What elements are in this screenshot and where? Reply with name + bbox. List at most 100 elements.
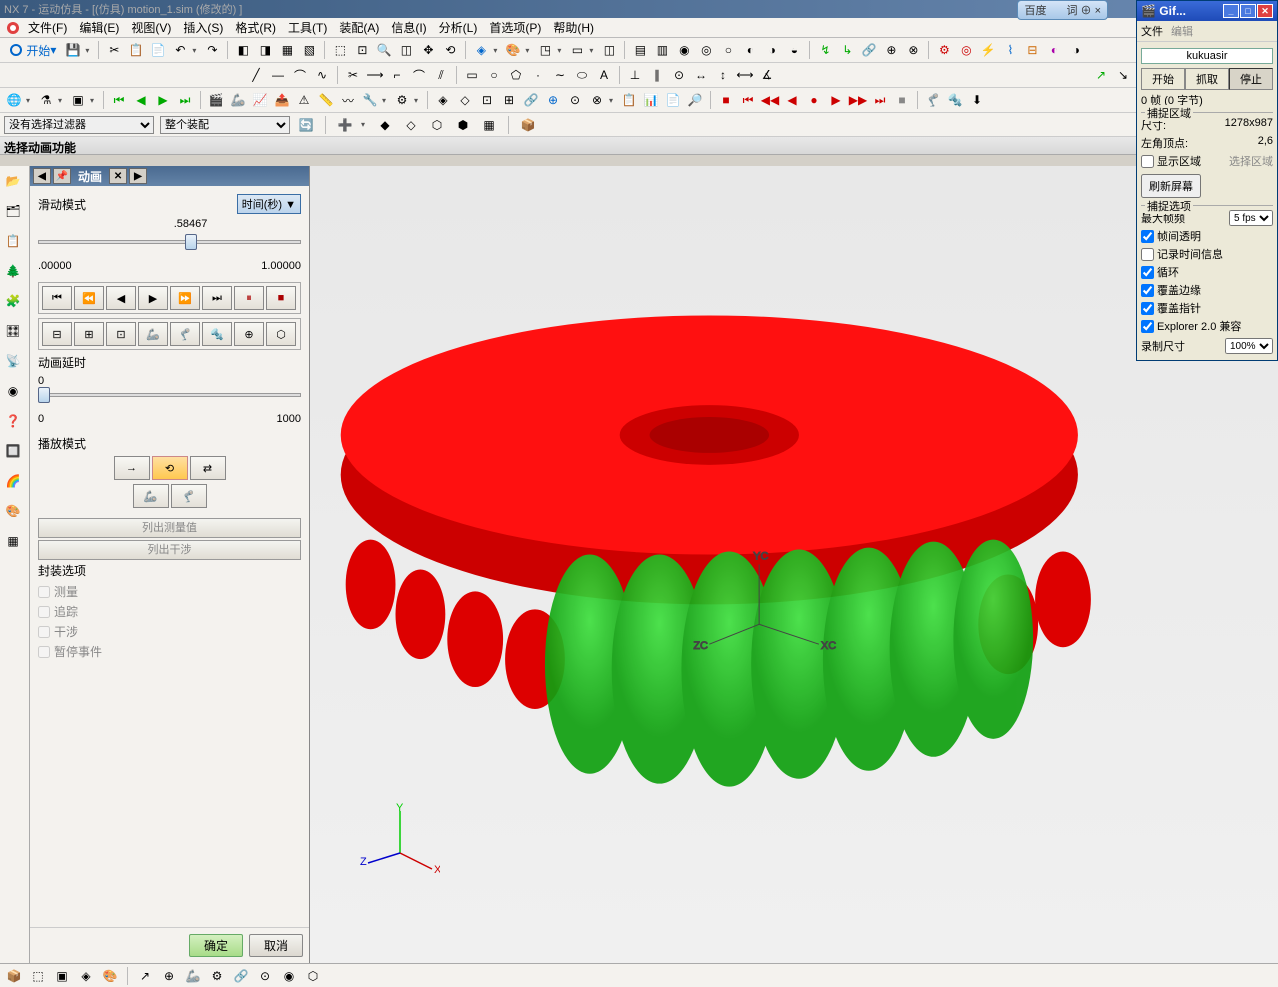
text-icon[interactable]: A bbox=[594, 65, 614, 85]
damper-icon[interactable]: ⊟ bbox=[1022, 40, 1042, 60]
env-icon[interactable]: 🔧 bbox=[360, 90, 380, 110]
nav-icon[interactable]: 📡 bbox=[2, 350, 24, 372]
gear-icon[interactable]: ⚙ bbox=[934, 40, 954, 60]
constr-icon[interactable]: ↔ bbox=[691, 65, 711, 85]
gif-chk-trans[interactable]: 帧间透明 bbox=[1141, 228, 1273, 244]
rec-icon[interactable]: ● bbox=[804, 90, 824, 110]
ellipse-icon[interactable]: ⬭ bbox=[572, 65, 592, 85]
gif-chk-explorer[interactable]: Explorer 2.0 兼容 bbox=[1141, 318, 1273, 334]
settings-icon[interactable]: ⚙ bbox=[392, 90, 412, 110]
panel-close[interactable]: ✕ bbox=[109, 168, 127, 184]
body-icon[interactable]: ◇ bbox=[401, 115, 421, 135]
layer-icon[interactable]: ▥ bbox=[652, 40, 672, 60]
view-icon[interactable]: ▭ bbox=[567, 40, 587, 60]
last-button[interactable]: ⏭ bbox=[202, 286, 232, 310]
report-icon[interactable]: 📋 bbox=[619, 90, 639, 110]
filter-select-1[interactable]: 没有选择过滤器 bbox=[4, 116, 154, 134]
gif-grab-button[interactable]: 抓取 bbox=[1185, 68, 1229, 90]
gif-fps-select[interactable]: 5 fps bbox=[1229, 210, 1273, 226]
gif-show-area[interactable]: 显示区域 选择区域 bbox=[1141, 153, 1273, 169]
menu-file[interactable]: 文件(F) bbox=[22, 17, 73, 38]
save-icon[interactable]: 💾 bbox=[63, 40, 83, 60]
body-icon[interactable]: ⬡ bbox=[427, 115, 447, 135]
report-icon[interactable]: 📄 bbox=[663, 90, 683, 110]
nav-icon[interactable]: ◉ bbox=[2, 380, 24, 402]
export-icon[interactable]: 📤 bbox=[272, 90, 292, 110]
ok-button[interactable]: 确定 bbox=[189, 934, 243, 957]
gif-chk-ptr[interactable]: 覆盖指针 bbox=[1141, 300, 1273, 316]
axis-icon[interactable]: ↘ bbox=[1113, 65, 1133, 85]
coupler-icon[interactable]: ⊗ bbox=[587, 90, 607, 110]
nav-icon[interactable]: 📋 bbox=[2, 230, 24, 252]
list-interf-button[interactable]: 列出干涉 bbox=[38, 540, 301, 560]
playmode-loop[interactable]: ⟲ bbox=[152, 456, 188, 480]
stop-icon[interactable]: ■ bbox=[716, 90, 736, 110]
zoom-window-icon[interactable]: ◫ bbox=[396, 40, 416, 60]
spring-icon[interactable]: ⌇ bbox=[1000, 40, 1020, 60]
rotate-icon[interactable]: ⟲ bbox=[440, 40, 460, 60]
gif-recsize-select[interactable]: 100% bbox=[1225, 338, 1273, 354]
play-next-icon[interactable]: ▶ bbox=[153, 90, 173, 110]
menu-prefs[interactable]: 首选项(P) bbox=[483, 17, 547, 38]
menu-info[interactable]: 信息(I) bbox=[385, 17, 432, 38]
wcs-icon[interactable]: ↳ bbox=[837, 40, 857, 60]
status-icon[interactable]: 🔗 bbox=[231, 966, 251, 986]
link-icon[interactable]: 🔗 bbox=[859, 40, 879, 60]
point-icon[interactable]: · bbox=[528, 65, 548, 85]
obj-icon[interactable]: ◑ bbox=[762, 40, 782, 60]
rect-icon[interactable]: ▭ bbox=[462, 65, 482, 85]
arc-icon[interactable]: ⌒ bbox=[290, 65, 310, 85]
dim-icon[interactable]: ∡ bbox=[757, 65, 777, 85]
nav-icon[interactable]: 📂 bbox=[2, 170, 24, 192]
tool-icon[interactable]: ◨ bbox=[255, 40, 275, 60]
first-button[interactable]: ⏮ bbox=[42, 286, 72, 310]
status-icon[interactable]: ◉ bbox=[279, 966, 299, 986]
artic-button[interactable]: 🦾 bbox=[133, 484, 169, 508]
extend-icon[interactable]: ⟶ bbox=[365, 65, 385, 85]
interf-icon[interactable]: ⚠ bbox=[294, 90, 314, 110]
env-icon[interactable]: 🌐 bbox=[4, 90, 24, 110]
gif-chk-loop[interactable]: 循环 bbox=[1141, 264, 1273, 280]
mode-button[interactable]: 🦾 bbox=[138, 322, 168, 346]
body-icon[interactable]: ▦ bbox=[479, 115, 499, 135]
search-floater[interactable]: 百度 词 ⊕ × bbox=[1017, 0, 1108, 20]
pause-button[interactable]: ⏸ bbox=[234, 286, 264, 310]
nav-icon[interactable]: 🎨 bbox=[2, 500, 24, 522]
export-icon[interactable]: ⬇ bbox=[967, 90, 987, 110]
artic-icon[interactable]: 🦿 bbox=[923, 90, 943, 110]
play-rev-button[interactable]: ◀ bbox=[106, 286, 136, 310]
axis-icon[interactable]: ↗ bbox=[1091, 65, 1111, 85]
prev-button[interactable]: ⏪ bbox=[74, 286, 104, 310]
status-icon[interactable]: ⊕ bbox=[159, 966, 179, 986]
link-icon[interactable]: 🔗 bbox=[521, 90, 541, 110]
nav-icon[interactable]: 🔲 bbox=[2, 440, 24, 462]
play-fwd-icon[interactable]: ▶ bbox=[826, 90, 846, 110]
body-icon[interactable]: ◆ bbox=[375, 115, 395, 135]
tool-icon[interactable]: ▦ bbox=[277, 40, 297, 60]
obj-icon[interactable]: ◐ bbox=[740, 40, 760, 60]
spline-icon[interactable]: ∼ bbox=[550, 65, 570, 85]
refresh-icon[interactable]: 🔄 bbox=[296, 115, 316, 135]
panel-pin[interactable]: 📌 bbox=[53, 168, 71, 184]
obj-icon[interactable]: ◉ bbox=[674, 40, 694, 60]
rew-first-icon[interactable]: ⏮ bbox=[738, 90, 758, 110]
status-icon[interactable]: ◈ bbox=[76, 966, 96, 986]
dim-icon[interactable]: ⟷ bbox=[735, 65, 755, 85]
nav-icon[interactable]: ❓ bbox=[2, 410, 24, 432]
cut-icon[interactable]: ✂ bbox=[104, 40, 124, 60]
redo-icon[interactable]: ↷ bbox=[202, 40, 222, 60]
mode-button[interactable]: ⊞ bbox=[74, 322, 104, 346]
chk-interf[interactable]: 干涉 bbox=[38, 623, 301, 640]
viewport-3d[interactable]: YC XC ZC Y X Z bbox=[310, 166, 1278, 963]
menu-tools[interactable]: 工具(T) bbox=[282, 17, 333, 38]
delay-slider[interactable] bbox=[38, 393, 301, 397]
status-icon[interactable]: ⊙ bbox=[255, 966, 275, 986]
report-icon[interactable]: 🔎 bbox=[685, 90, 705, 110]
wcs-icon[interactable]: ↯ bbox=[815, 40, 835, 60]
next-button[interactable]: ⏩ bbox=[170, 286, 200, 310]
fillet-icon[interactable]: ⌒ bbox=[409, 65, 429, 85]
constr-icon[interactable]: ⊙ bbox=[669, 65, 689, 85]
box-icon[interactable]: 📦 bbox=[518, 115, 538, 135]
gif-refresh-button[interactable]: 刷新屏幕 bbox=[1141, 174, 1201, 198]
cancel-button[interactable]: 取消 bbox=[249, 934, 303, 957]
